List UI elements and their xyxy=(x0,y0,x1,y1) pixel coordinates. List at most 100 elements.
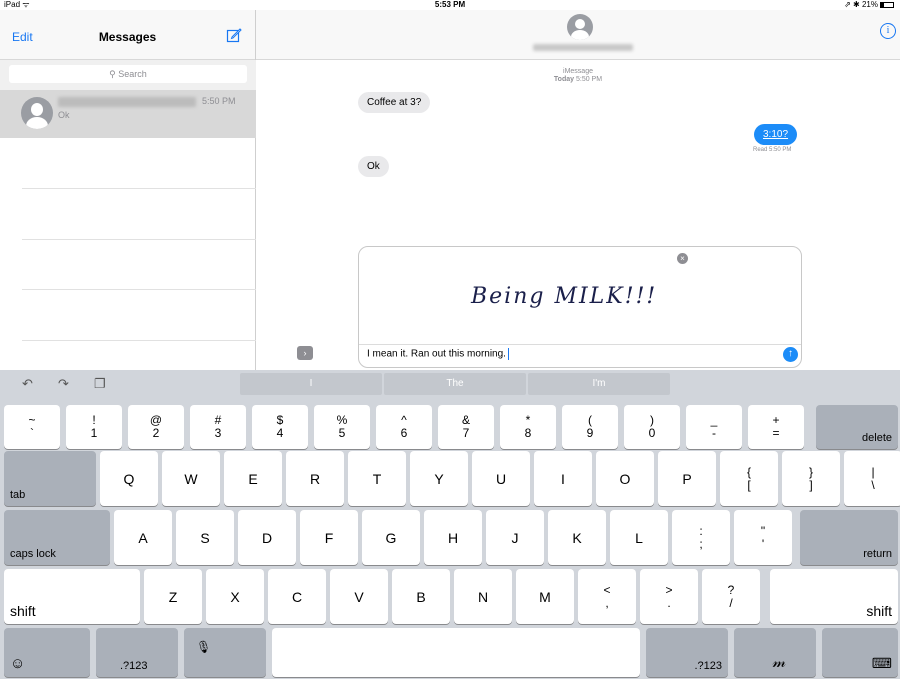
key-angle-0[interactable]: <, xyxy=(578,569,636,624)
key-punct-1[interactable]: " ' xyxy=(734,510,792,565)
suggestion-1[interactable]: I xyxy=(240,373,382,395)
key-label: 4 xyxy=(276,426,284,440)
key-l[interactable]: L xyxy=(610,510,668,565)
key-x[interactable]: X xyxy=(206,569,264,624)
key-label: .?123 xyxy=(120,660,148,672)
redo-icon[interactable]: ↷ xyxy=(58,376,69,392)
message-composer[interactable]: × Being MILK!!! I mean it. Ran out this … xyxy=(358,246,802,368)
key-3[interactable]: #3 xyxy=(190,405,246,449)
suggestion-2[interactable]: The xyxy=(384,373,526,395)
key-0[interactable]: ) 0 xyxy=(624,405,680,449)
key-w[interactable]: W xyxy=(162,451,220,506)
numbers-key-left[interactable]: .?123 xyxy=(96,628,178,677)
numbers-key-right[interactable]: .?123 xyxy=(646,628,728,677)
key-bracket-0[interactable]: {[ xyxy=(720,451,778,506)
key-o[interactable]: O xyxy=(596,451,654,506)
paste-icon[interactable]: ❐ xyxy=(94,376,106,392)
shift-key-left[interactable]: shift xyxy=(4,569,140,624)
key-j[interactable]: J xyxy=(486,510,544,565)
key-sym[interactable]: _ - xyxy=(686,405,742,449)
key-bracket-1[interactable]: }] xyxy=(782,451,840,506)
key-2[interactable]: @2 xyxy=(128,405,184,449)
key-4[interactable]: $4 xyxy=(252,405,308,449)
composer-text: I mean it. Ran out this morning. xyxy=(367,348,506,360)
shift-key-right[interactable]: shift xyxy=(770,569,898,624)
key-9[interactable]: (9 xyxy=(562,405,618,449)
key-label: | \ xyxy=(844,451,900,506)
key-label: tab xyxy=(10,489,26,501)
key-label: L xyxy=(635,529,643,546)
return-key[interactable]: return xyxy=(800,510,898,565)
handwriting-message: Being MILK!!! xyxy=(470,284,655,309)
key-m[interactable]: M xyxy=(516,569,574,624)
key-label: K xyxy=(572,529,582,546)
key-k[interactable]: K xyxy=(548,510,606,565)
suggestion-3[interactable]: I'm xyxy=(528,373,670,395)
key-punct-0[interactable]: :; xyxy=(672,510,730,565)
key-z[interactable]: Z xyxy=(144,569,202,624)
info-icon[interactable]: i xyxy=(880,23,896,39)
composer-text-field[interactable]: I mean it. Ran out this morning. xyxy=(367,348,509,361)
emoji-key[interactable]: ☺ xyxy=(4,628,90,677)
key-label: caps lock xyxy=(10,548,56,560)
key-label: , xyxy=(605,595,609,610)
key-label: shift xyxy=(10,603,36,619)
key-sym[interactable]: ~ ` xyxy=(4,405,60,449)
key-a[interactable]: A xyxy=(114,510,172,565)
dictation-key[interactable]: 🎙 xyxy=(184,628,266,677)
contact-avatar[interactable] xyxy=(567,14,593,40)
message-bubble-incoming[interactable]: Coffee at 3? xyxy=(358,92,431,113)
key-u[interactable]: U xyxy=(472,451,530,506)
key-label: ' xyxy=(761,536,765,551)
key-n[interactable]: N xyxy=(454,569,512,624)
status-bar: iPad ᯤ 5:53 PM ⇗ ✱ 21% xyxy=(0,0,900,10)
key-label: $4 xyxy=(252,405,308,449)
key-label: W xyxy=(184,470,198,487)
app-drawer-expand-button[interactable]: › xyxy=(297,346,313,360)
compose-icon[interactable] xyxy=(226,27,242,43)
message-bubble-incoming[interactable]: Ok xyxy=(358,156,389,177)
key-v[interactable]: V xyxy=(330,569,388,624)
key-angle-2[interactable]: ? / xyxy=(702,569,760,624)
message-bubble-outgoing[interactable]: 3:10? xyxy=(754,124,798,145)
key-s[interactable]: S xyxy=(176,510,234,565)
key-label: > xyxy=(665,582,673,597)
key-label: O xyxy=(619,470,631,487)
key-label: { xyxy=(746,464,751,479)
tab-key[interactable]: tab xyxy=(4,451,96,506)
caps-lock-key[interactable]: caps lock xyxy=(4,510,110,565)
key-r[interactable]: R xyxy=(286,451,344,506)
delete-key[interactable]: delete xyxy=(816,405,898,449)
key-label: ~ ` xyxy=(4,405,60,449)
send-button[interactable]: ↑ xyxy=(783,347,798,362)
hide-keyboard-key[interactable]: ⌨ xyxy=(822,628,898,677)
conversation-item[interactable]: 5:50 PM Ok xyxy=(0,90,256,138)
key-t[interactable]: T xyxy=(348,451,406,506)
key-h[interactable]: H xyxy=(424,510,482,565)
key-label: I xyxy=(561,470,565,487)
key-sym[interactable]: + = xyxy=(748,405,804,449)
search-input[interactable]: ⚲ Search xyxy=(9,65,247,83)
space-bar[interactable] xyxy=(272,628,640,677)
key-p[interactable]: P xyxy=(658,451,716,506)
key-7[interactable]: & 7 xyxy=(438,405,494,449)
key-b[interactable]: B xyxy=(392,569,450,624)
key-y[interactable]: Y xyxy=(410,451,468,506)
key-1[interactable]: ! 1 xyxy=(66,405,122,449)
undo-icon[interactable]: ↶ xyxy=(22,376,33,392)
key-e[interactable]: E xyxy=(224,451,282,506)
key-f[interactable]: F xyxy=(300,510,358,565)
key-q[interactable]: Q xyxy=(100,451,158,506)
key-6[interactable]: ^ 6 xyxy=(376,405,432,449)
key-g[interactable]: G xyxy=(362,510,420,565)
key-i[interactable]: I xyxy=(534,451,592,506)
key-bracket-2[interactable]: | \ xyxy=(844,451,900,506)
key-angle-1[interactable]: >. xyxy=(640,569,698,624)
close-icon[interactable]: × xyxy=(677,253,688,264)
key-label: 8 xyxy=(524,426,532,440)
key-c[interactable]: C xyxy=(268,569,326,624)
key-d[interactable]: D xyxy=(238,510,296,565)
handwriting-key[interactable]: 𝓂 xyxy=(734,628,816,677)
key-8[interactable]: * 8 xyxy=(500,405,556,449)
key-5[interactable]: % 5 xyxy=(314,405,370,449)
